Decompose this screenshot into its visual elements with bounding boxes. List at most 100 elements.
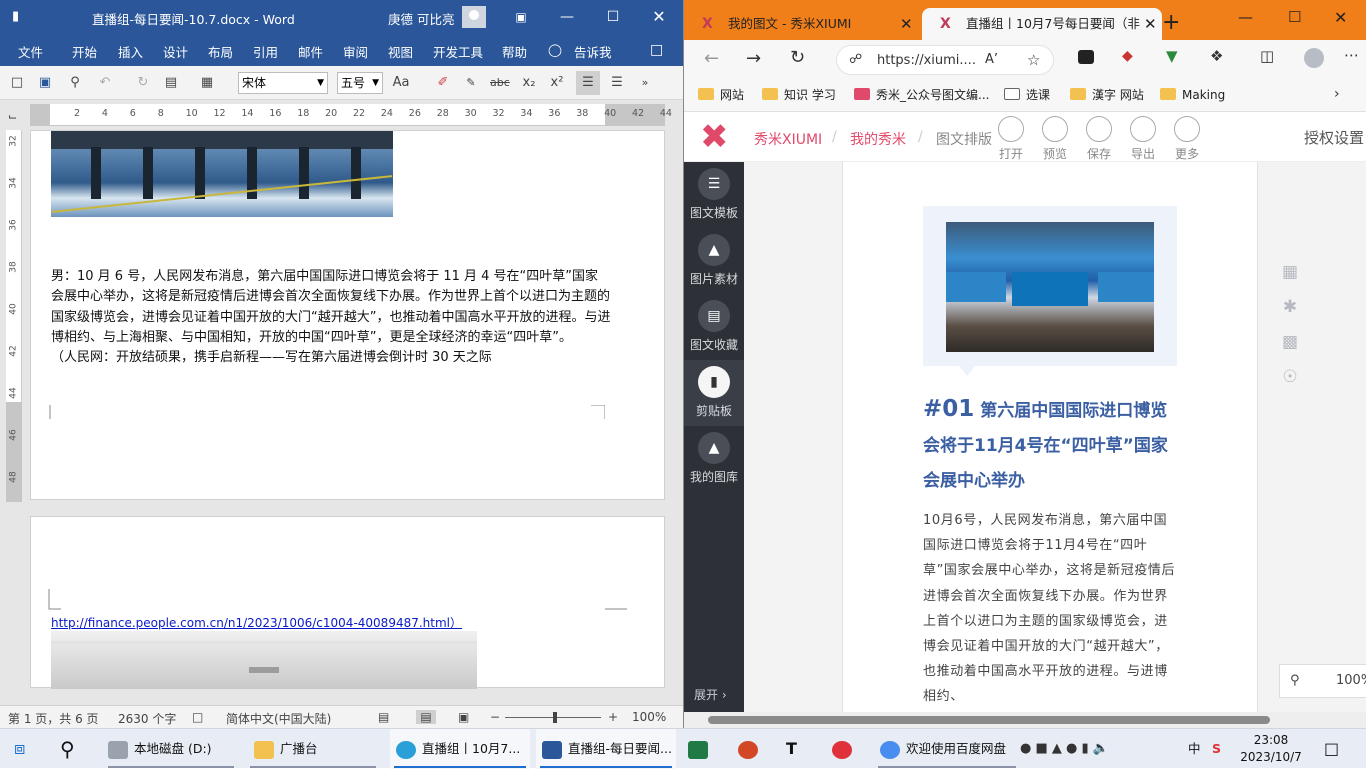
windows-start-icon[interactable]: ⧈ bbox=[14, 729, 25, 769]
source-link[interactable]: http://finance.people.com.cn/n1/2023/100… bbox=[51, 614, 462, 631]
document-page-2[interactable]: http://finance.people.com.cn/n1/2023/100… bbox=[30, 516, 665, 689]
typora-icon[interactable]: T bbox=[786, 729, 797, 769]
tab-insert[interactable]: 插入 bbox=[118, 42, 143, 61]
xiumi-logo[interactable]: ✖ bbox=[700, 118, 740, 156]
forward-icon[interactable]: → bbox=[746, 48, 761, 69]
extension-icon[interactable] bbox=[1078, 50, 1094, 64]
bookmark-link[interactable]: 秀米_公众号图文编... bbox=[854, 86, 989, 104]
bookmark-folder[interactable]: 知识 学习 bbox=[762, 86, 836, 104]
extensions-icon[interactable]: ❖ bbox=[1210, 47, 1223, 65]
profile-icon[interactable] bbox=[1304, 48, 1324, 68]
font-name-select[interactable]: 宋体 ▼ bbox=[238, 72, 328, 94]
save-button[interactable]: 保存 bbox=[1084, 116, 1114, 162]
close-button[interactable]: ✕ bbox=[1334, 8, 1347, 27]
url-field[interactable]: ☍ https://xiumi.... A’ ☆ bbox=[836, 45, 1054, 75]
save-icon[interactable]: ▮ bbox=[12, 9, 19, 24]
ship-photo[interactable] bbox=[51, 131, 393, 217]
open-button[interactable]: 打开 bbox=[996, 116, 1026, 162]
save-icon[interactable]: ▣ bbox=[36, 74, 54, 92]
zoom-slider[interactable] bbox=[505, 712, 601, 723]
language[interactable]: 简体中文(中国大陆) bbox=[226, 710, 331, 727]
clock[interactable]: 23:08 2023/10/7 bbox=[1240, 732, 1302, 766]
maximize-button[interactable]: ☐ bbox=[598, 4, 628, 30]
article-heading[interactable]: #01 第六届中国国际进口博览会将于11月4号在“四叶草”国家会展中心举办 bbox=[923, 392, 1181, 499]
tab-review[interactable]: 审阅 bbox=[343, 42, 368, 61]
user-name[interactable]: 庚德 可比亮 bbox=[388, 9, 454, 28]
clear-format-icon[interactable]: ✐ bbox=[434, 74, 452, 92]
shield-extension-icon[interactable]: ◆ bbox=[1122, 48, 1133, 64]
close-tab-icon[interactable]: ✕ bbox=[900, 8, 913, 40]
maximize-button[interactable]: ☐ bbox=[1288, 8, 1301, 26]
horizontal-scrollbar[interactable] bbox=[684, 712, 1366, 728]
highlight-icon[interactable]: ✎ bbox=[462, 74, 480, 92]
image-card[interactable] bbox=[923, 206, 1177, 376]
grid-icon[interactable]: ▦ bbox=[1280, 262, 1300, 282]
undo-icon[interactable]: ↶ bbox=[96, 74, 114, 92]
more-icon[interactable]: » bbox=[636, 74, 654, 92]
minimize-button[interactable]: — bbox=[1238, 8, 1253, 26]
ime-indicator[interactable]: 中 bbox=[1188, 729, 1201, 769]
tray-icons[interactable]: ● ■ ▲ ● ▮ 🔈 bbox=[1020, 729, 1109, 769]
excel-icon[interactable] bbox=[688, 729, 714, 769]
eye-icon[interactable]: ☉ bbox=[1280, 367, 1300, 387]
taskbar-item-baidu[interactable]: 欢迎使用百度网盘 bbox=[874, 729, 1020, 769]
favorite-icon[interactable]: ☆ bbox=[1027, 51, 1040, 69]
tab-references[interactable]: 引用 bbox=[253, 42, 278, 61]
taskbar-item-disk[interactable]: 本地磁盘 (D:) bbox=[104, 729, 238, 769]
bookmark-page[interactable]: 选课 bbox=[1004, 86, 1050, 104]
powerpoint-icon[interactable] bbox=[738, 729, 764, 769]
split-screen-icon[interactable]: ◫ bbox=[1260, 47, 1274, 65]
asterisk-icon[interactable]: ✱ bbox=[1280, 297, 1300, 317]
taskbar-item-folder[interactable]: 广播台 bbox=[246, 729, 380, 769]
sidebar-item-clipboard[interactable]: ▮ 剪贴板 bbox=[684, 360, 744, 426]
read-mode-icon[interactable]: ▤ bbox=[378, 710, 389, 724]
print-preview-icon[interactable]: ⚲ bbox=[66, 74, 84, 92]
document-body[interactable]: 男：10 月 6 号，人民网发布消息，第六届中国国际进口博览会将于 11 月 4… bbox=[51, 267, 611, 368]
expand-button[interactable]: 展开 › bbox=[694, 686, 727, 703]
tab-file[interactable]: 文件 bbox=[18, 42, 43, 61]
bookmark-folder[interactable]: 网站 bbox=[698, 86, 744, 104]
taskbar-item-edge[interactable]: 直播组丨10月7... bbox=[390, 729, 530, 769]
paste-icon[interactable]: ▤ bbox=[162, 74, 180, 92]
auth-settings[interactable]: 授权设置 bbox=[1304, 127, 1364, 148]
menu-icon[interactable]: ⋯ bbox=[1344, 46, 1359, 64]
bookmark-folder[interactable]: Making bbox=[1160, 86, 1225, 104]
document-page[interactable]: 男：10 月 6 号，人民网发布消息，第六届中国国际进口博览会将于 11 月 4… bbox=[30, 130, 665, 500]
article-body[interactable]: 10月6号，人民网发布消息，第六届中国国际进口博览会将于11月4号在“四叶草”国… bbox=[923, 508, 1179, 710]
bookmark-folder[interactable]: 漢字 网站 bbox=[1070, 86, 1144, 104]
sogou-icon[interactable]: S bbox=[1212, 729, 1221, 769]
change-case-icon[interactable]: Aa bbox=[392, 74, 410, 92]
new-doc-icon[interactable]: □ bbox=[8, 74, 26, 92]
lightbulb-icon[interactable]: ◯ bbox=[548, 42, 562, 57]
subscript-icon[interactable]: x₂ bbox=[520, 74, 538, 92]
table-icon[interactable]: ▦ bbox=[198, 74, 216, 92]
lock-icon[interactable]: ☍ bbox=[849, 52, 862, 67]
font-size-select[interactable]: 五号 ▼ bbox=[337, 72, 383, 94]
chart-icon[interactable]: ▩ bbox=[1280, 332, 1300, 352]
sidebar-item-images[interactable]: ▲ 图片素材 bbox=[684, 228, 744, 294]
sidebar-item-favorites[interactable]: ▤ 图文收藏 bbox=[684, 294, 744, 360]
ribbon-display-icon[interactable]: ▣ bbox=[506, 4, 536, 30]
tab-active-article[interactable]: X 直播组丨10月7号每日要闻（非 ✕ bbox=[922, 8, 1162, 40]
zoom-level[interactable]: 100% bbox=[1336, 673, 1366, 688]
back-icon[interactable]: ← bbox=[704, 48, 719, 69]
tab-help[interactable]: 帮助 bbox=[502, 42, 527, 61]
export-button[interactable]: 导出 bbox=[1128, 116, 1158, 162]
search-icon[interactable]: ⚲ bbox=[60, 729, 75, 769]
tell-me[interactable]: 告诉我 bbox=[574, 42, 612, 61]
article-paper[interactable]: #01 第六届中国国际进口博览会将于11月4号在“四叶草”国家会展中心举办 10… bbox=[842, 162, 1258, 728]
expo-photo[interactable] bbox=[946, 222, 1154, 352]
print-layout-icon[interactable]: ▤ bbox=[416, 710, 436, 724]
close-tab-icon[interactable]: ✕ bbox=[1144, 8, 1157, 40]
align-left-icon[interactable]: ☰ bbox=[576, 71, 600, 95]
tab-stop-icon[interactable]: ⌙ bbox=[8, 110, 17, 123]
adblock-icon[interactable]: ▼ bbox=[1166, 47, 1178, 65]
preview-button[interactable]: 预览 bbox=[1040, 116, 1070, 162]
strikethrough-icon[interactable]: abc bbox=[490, 74, 510, 92]
chevron-right-icon[interactable]: › bbox=[1334, 86, 1340, 102]
netease-music-icon[interactable] bbox=[832, 729, 858, 769]
more-button[interactable]: 更多 bbox=[1172, 116, 1202, 162]
web-layout-icon[interactable]: ▣ bbox=[458, 710, 469, 724]
zoom-out-icon[interactable]: − bbox=[490, 710, 500, 724]
ceiling-photo[interactable] bbox=[51, 631, 477, 689]
